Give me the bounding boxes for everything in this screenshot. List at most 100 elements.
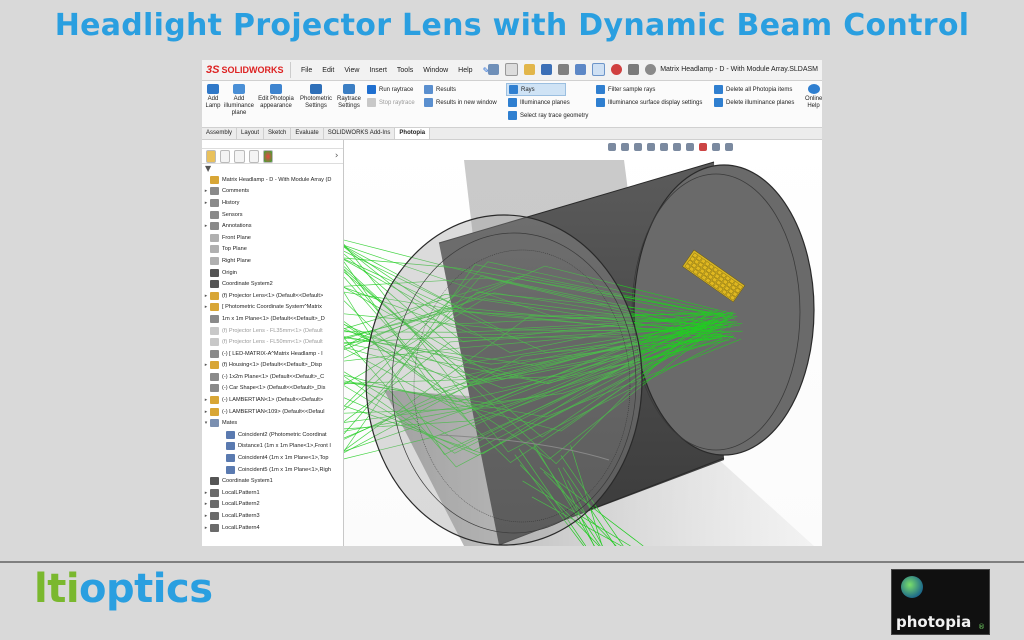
expand-arrow-icon[interactable]: ▸	[202, 525, 210, 531]
expand-arrow-icon[interactable]: ▸	[202, 362, 210, 368]
tree-node[interactable]: Distance1 (1m x 1m Plane<1>,Front I	[202, 441, 343, 453]
add-lamp-button[interactable]: Add Lamp	[204, 84, 222, 110]
view-settings-icon[interactable]	[725, 143, 733, 151]
tree-node[interactable]: (-) Car Shape<1> (Default<<Default>_Dis	[202, 383, 343, 395]
expand-arrow-icon[interactable]: ▸	[202, 188, 210, 194]
tree-node[interactable]: ▸ [ Photometric Coordinate System^Matrix	[202, 302, 343, 314]
tree-node[interactable]: Coincident2 (Photometric Coordinat	[202, 429, 343, 441]
menu-view[interactable]: View	[344, 67, 359, 74]
tab-evaluate[interactable]: Evaluate	[291, 128, 324, 139]
tree-node[interactable]: ▾ Mates	[202, 417, 343, 429]
edit-appearance-icon[interactable]	[699, 143, 707, 151]
feature-tree-tab-icon[interactable]	[206, 149, 217, 163]
expand-arrow-icon[interactable]: ▸	[202, 304, 210, 310]
expand-arrow-icon[interactable]: ▸	[202, 490, 210, 496]
tree-node[interactable]: Coincident5 (1m x 1m Plane<1>,Righ	[202, 464, 343, 476]
menu-window[interactable]: Window	[423, 67, 448, 74]
save-icon[interactable]	[541, 64, 552, 75]
tree-node[interactable]: ▸ (f) Projector Lens<1> (Default<<Default…	[202, 290, 343, 302]
zoom-area-icon[interactable]	[621, 143, 629, 151]
delete-all-photopia-items-button[interactable]: Delete all Photopia items	[714, 84, 792, 95]
illuminance-planes-button[interactable]: Illuminance planes	[508, 97, 570, 108]
display-style-icon[interactable]	[673, 143, 681, 151]
rays-button[interactable]: Rays	[506, 83, 566, 96]
panel-splitter[interactable]	[202, 140, 343, 149]
tree-node[interactable]: ▸ LocalLPattern1	[202, 487, 343, 499]
traffic-light-icon[interactable]	[611, 64, 622, 75]
expand-arrow-icon[interactable]: ▸	[202, 293, 210, 299]
tree-node[interactable]: ▸ Comments	[202, 186, 343, 198]
select-icon[interactable]	[592, 63, 605, 76]
tree-node[interactable]: ▸ Annotations	[202, 220, 343, 232]
tab-photopia[interactable]: Photopia	[395, 128, 431, 139]
previous-view-icon[interactable]	[634, 143, 642, 151]
home-icon[interactable]	[488, 64, 499, 75]
raytrace-settings-button[interactable]: Raytrace Settings	[336, 84, 362, 110]
tree-node[interactable]: Sensors	[202, 209, 343, 221]
expand-arrow-icon[interactable]: ▸	[202, 200, 210, 206]
tree-node[interactable]: Coordinate System2	[202, 278, 343, 290]
photometric-settings-button[interactable]: Photometric Settings	[298, 84, 334, 110]
display-manager-tab-icon[interactable]	[262, 149, 273, 163]
tree-node[interactable]: ▸ LocalLPattern3	[202, 510, 343, 522]
illuminance-surface-display-button[interactable]: Illuminance surface display settings	[596, 97, 702, 108]
tree-node[interactable]: ▸ (-) LAMBERTIAN<1> (Default<<Default>	[202, 394, 343, 406]
expand-arrow-icon[interactable]: ▸	[202, 223, 210, 229]
hide-show-icon[interactable]	[686, 143, 694, 151]
menu-file[interactable]: File	[301, 67, 312, 74]
tree-node[interactable]: (f) Projector Lens - FL35mm<1> (Default	[202, 325, 343, 337]
dimxpert-tab-icon[interactable]	[248, 149, 259, 163]
tab-sketch[interactable]: Sketch	[264, 128, 292, 139]
tree-node[interactable]: Matrix Headlamp - D - With Module Array …	[202, 174, 343, 186]
tree-node[interactable]: ▸ (f) Housing<1> (Default<<Default>_Disp	[202, 360, 343, 372]
results-button[interactable]: Results	[424, 84, 456, 95]
tab-layout[interactable]: Layout	[237, 128, 265, 139]
chevron-right-icon[interactable]: ›	[335, 151, 343, 162]
filter-sample-rays-button[interactable]: Filter sample rays	[596, 84, 655, 95]
expand-arrow-icon[interactable]: ▸	[202, 409, 210, 415]
new-document-icon[interactable]	[505, 63, 518, 76]
tree-node[interactable]: (-) [ LED-MATRIX-A^Matrix Headlamp - I	[202, 348, 343, 360]
print-icon[interactable]	[558, 64, 569, 75]
tree-node[interactable]: ▸ History	[202, 197, 343, 209]
tree-node[interactable]: ▸ (-) LAMBERTIAN<109> (Default<<Defaul	[202, 406, 343, 418]
tab-solidworks-add-ins[interactable]: SOLIDWORKS Add-Ins	[324, 128, 396, 139]
run-raytrace-button[interactable]: Run raytrace	[367, 84, 413, 95]
tree-node[interactable]: ▸ LocalLPattern4	[202, 522, 343, 534]
expand-arrow-icon[interactable]: ▸	[202, 513, 210, 519]
expand-arrow-icon[interactable]: ▸	[202, 397, 210, 403]
view-orientation-icon[interactable]	[660, 143, 668, 151]
filter-icon[interactable]: ▼	[202, 164, 343, 174]
results-new-window-button[interactable]: Results in new window	[424, 97, 497, 108]
file-properties-icon[interactable]	[628, 64, 639, 75]
stop-raytrace-button[interactable]: Stop raytrace	[367, 97, 415, 108]
scene-icon[interactable]	[712, 143, 720, 151]
graphics-viewport[interactable]	[344, 140, 822, 546]
online-help-button[interactable]: Online Help	[805, 84, 822, 110]
tab-assembly[interactable]: Assembly	[202, 128, 238, 139]
tree-node[interactable]: ▸ LocalLPattern2	[202, 499, 343, 511]
zoom-to-fit-icon[interactable]	[608, 143, 616, 151]
configuration-manager-tab-icon[interactable]	[234, 149, 245, 163]
menu-tools[interactable]: Tools	[397, 67, 413, 74]
tree-node[interactable]: Top Plane	[202, 244, 343, 256]
open-folder-icon[interactable]	[524, 64, 535, 75]
tree-node[interactable]: Front Plane	[202, 232, 343, 244]
property-manager-tab-icon[interactable]	[220, 149, 231, 163]
select-ray-trace-geometry-button[interactable]: Select ray trace geometry	[508, 110, 588, 121]
tree-node[interactable]: (-) 1x2m Plane<1> (Default<<Default>_C	[202, 371, 343, 383]
tree-node[interactable]: Coincident4 (1m x 1m Plane<1>,Top	[202, 452, 343, 464]
menu-help[interactable]: Help	[458, 67, 472, 74]
delete-illuminance-planes-button[interactable]: Delete illuminance planes	[714, 97, 794, 108]
add-illuminance-plane-button[interactable]: Add illuminance plane	[224, 84, 254, 117]
menu-insert[interactable]: Insert	[369, 67, 387, 74]
undo-icon[interactable]	[575, 64, 586, 75]
tree-node[interactable]: Right Plane	[202, 255, 343, 267]
expand-arrow-icon[interactable]: ▸	[202, 501, 210, 507]
section-view-icon[interactable]	[647, 143, 655, 151]
tree-node[interactable]: (f) Projector Lens - FL50mm<1> (Default	[202, 336, 343, 348]
gear-icon[interactable]	[645, 64, 656, 75]
expand-arrow-icon[interactable]: ▾	[202, 420, 210, 426]
menu-edit[interactable]: Edit	[322, 67, 334, 74]
tree-node[interactable]: Coordinate System1	[202, 475, 343, 487]
